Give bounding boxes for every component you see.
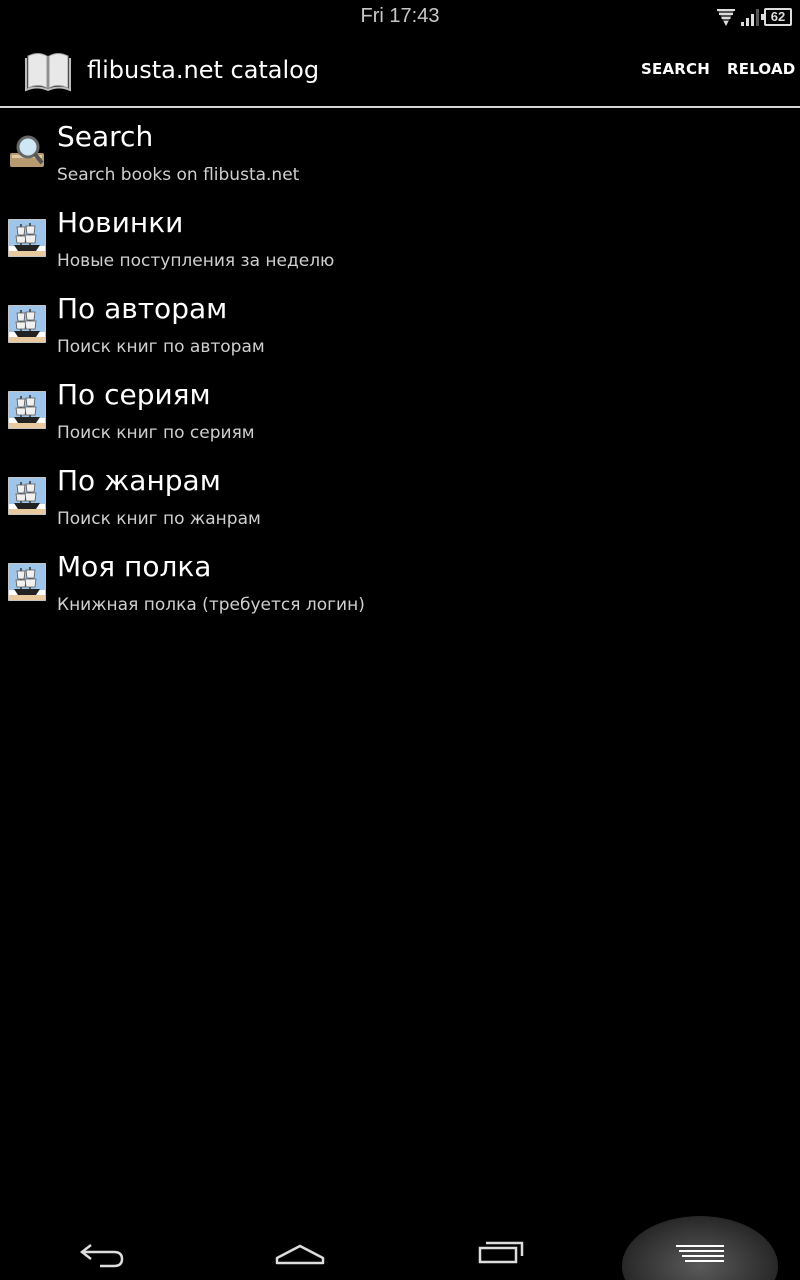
list-item-genres[interactable]: По жанрам Поиск книг по жанрам (0, 452, 800, 538)
item-subtitle: Поиск книг по сериям (57, 423, 255, 443)
menu-icon[interactable] (670, 1230, 730, 1270)
app-title: flibusta.net catalog (87, 56, 320, 84)
item-title: По жанрам (57, 464, 221, 497)
reload-button[interactable]: RELOAD (727, 60, 795, 78)
status-bar: Fri 17:43 62 (0, 0, 800, 34)
battery-icon: 62 (761, 8, 792, 26)
item-subtitle: Поиск книг по авторам (57, 337, 265, 357)
screen: Fri 17:43 62 flibusta.net catalog SEARCH… (0, 0, 800, 1280)
ship-icon (8, 219, 46, 257)
catalog-list: Search Search books on flibusta.net Нови… (0, 108, 800, 624)
item-subtitle: Поиск книг по жанрам (57, 509, 261, 529)
list-item-new[interactable]: Новинки Новые поступления за неделю (0, 194, 800, 280)
wifi-icon (717, 9, 735, 26)
list-item-series[interactable]: По сериям Поиск книг по сериям (0, 366, 800, 452)
status-time: Fri 17:43 (360, 5, 440, 27)
ship-icon (8, 563, 46, 601)
item-title: Search (57, 120, 154, 153)
item-title: По авторам (57, 292, 228, 325)
navigation-bar (0, 1216, 800, 1280)
back-icon[interactable] (70, 1230, 130, 1270)
list-item-search[interactable]: Search Search books on flibusta.net (0, 108, 800, 194)
magnifier-icon (10, 135, 44, 167)
item-subtitle: Новые поступления за неделю (57, 251, 335, 271)
item-title: Новинки (57, 206, 184, 239)
item-subtitle: Search books on flibusta.net (57, 165, 300, 185)
action-bar: flibusta.net catalog SEARCH RELOAD (0, 34, 800, 108)
ship-icon (8, 305, 46, 343)
search-button[interactable]: SEARCH (641, 60, 710, 78)
item-subtitle: Книжная полка (требуется логин) (57, 595, 365, 615)
home-icon[interactable] (270, 1230, 330, 1270)
item-title: По сериям (57, 378, 211, 411)
status-icons: 62 (716, 6, 792, 28)
list-item-authors[interactable]: По авторам Поиск книг по авторам (0, 280, 800, 366)
book-icon[interactable] (24, 48, 72, 92)
recent-apps-icon[interactable] (470, 1230, 530, 1270)
ship-icon (8, 477, 46, 515)
ship-icon (8, 391, 46, 429)
item-title: Моя полка (57, 550, 212, 583)
signal-icon (741, 9, 759, 26)
list-item-my-shelf[interactable]: Моя полка Книжная полка (требуется логин… (0, 538, 800, 624)
